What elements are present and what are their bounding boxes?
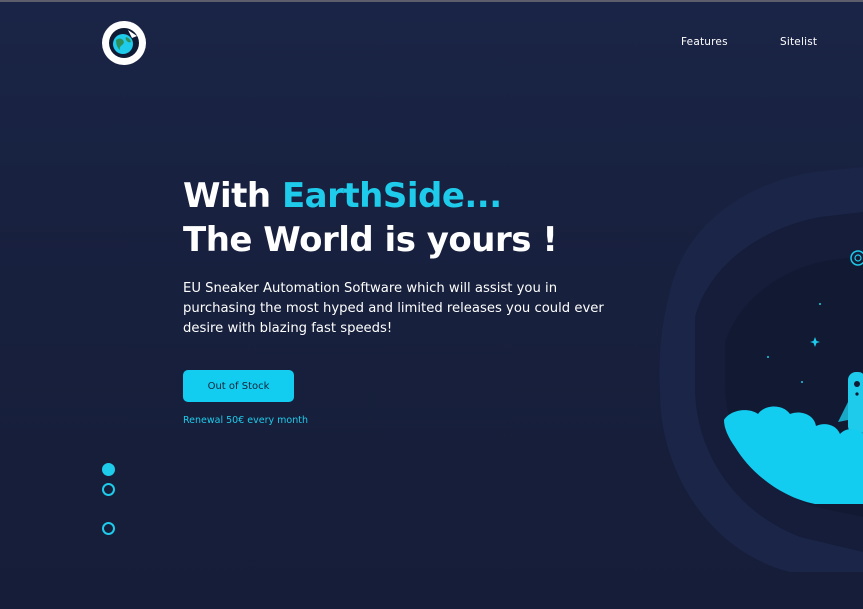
hero-description: EU Sneaker Automation Software which wil… xyxy=(183,281,604,336)
slider-dot-3[interactable] xyxy=(102,522,115,535)
earth-globe-icon xyxy=(109,28,139,58)
hero-title-brand: EarthSide... xyxy=(281,176,502,216)
slider-dot-2[interactable] xyxy=(102,483,115,496)
hero-title-prefix: With xyxy=(183,176,282,216)
hero-title: With EarthSide... The World is yours ! xyxy=(183,174,558,262)
logo[interactable] xyxy=(102,21,146,65)
rocket-body xyxy=(848,372,863,434)
rocket-window xyxy=(854,381,860,387)
star-sparkle xyxy=(767,356,769,358)
landing-page: Features Sitelist With EarthSide... The W… xyxy=(0,0,863,609)
slider-dot-1[interactable] xyxy=(102,463,115,476)
nav-link-sitelist[interactable]: Sitelist xyxy=(780,36,817,48)
rocket-in-clouds-illustration xyxy=(659,167,863,572)
star-sparkle xyxy=(819,303,821,305)
out-of-stock-button[interactable]: Out of Stock xyxy=(183,370,294,402)
nav-link-features[interactable]: Features xyxy=(681,36,728,48)
rocket-window xyxy=(855,392,859,396)
star-sparkle xyxy=(801,381,803,383)
renewal-text: Renewal 50€ every month xyxy=(183,415,308,426)
hero-title-line2: The World is yours ! xyxy=(183,220,558,260)
